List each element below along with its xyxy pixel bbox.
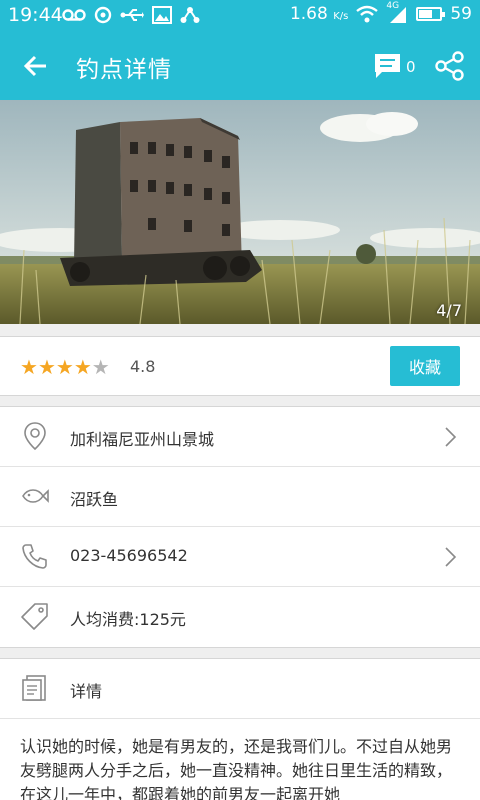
- favorite-button[interactable]: 收藏: [390, 346, 460, 386]
- location-pin-icon: [24, 422, 46, 451]
- status-right: 1.68 K/s 4G 59: [289, 1, 472, 24]
- price-tag-icon: [21, 603, 48, 630]
- image-counter: 4/7: [436, 301, 462, 320]
- usb-icon: [120, 9, 144, 21]
- phone-row[interactable]: 023-45696542: [0, 527, 480, 587]
- page-title: 钓点详情: [76, 57, 172, 83]
- hero-image[interactable]: 4/7: [0, 100, 480, 324]
- cost-row: 人均消费:125元: [0, 587, 480, 647]
- battery-icon: [416, 7, 446, 21]
- fish-row: 沼跃鱼: [0, 467, 480, 527]
- sync-icon: [94, 6, 112, 24]
- star-icon: ★: [20, 355, 38, 379]
- rating-card: ★ ★ ★ ★ ★ 4.8 收藏: [0, 336, 480, 396]
- share-status-icon: [180, 7, 200, 23]
- detail-card: 详情 认识她的时候，她是有男友的，还是我哥们儿。不过自从她男友劈腿两人分手之后，…: [0, 658, 480, 800]
- star-icon: ★: [91, 355, 110, 379]
- chevron-right-icon: [445, 427, 457, 447]
- detail-title: 详情: [70, 682, 103, 701]
- voicemail-icon: [62, 9, 86, 21]
- detail-body-text: 认识她的时候，她是有男友的，还是我哥们儿。不过自从她男友劈腿两人分手之后，她一直…: [20, 737, 453, 800]
- star-icon: ★: [55, 355, 74, 379]
- network-speed: 1.68 K/s: [289, 4, 349, 24]
- back-arrow-icon[interactable]: [16, 46, 56, 86]
- chevron-right-icon: [445, 547, 457, 567]
- wifi-icon: [356, 5, 379, 23]
- info-card: 加利福尼亚州山景城 沼跃鱼 023-45696542 人均消费:125元: [0, 406, 480, 648]
- hero-photo: [0, 100, 480, 324]
- star-icon: ★: [37, 355, 56, 379]
- cellular-icon: 4G: [386, 1, 408, 23]
- fish-text: 沼跃鱼: [70, 490, 119, 509]
- status-time: 19:44: [8, 4, 63, 26]
- phone-text: 023-45696542: [70, 546, 188, 565]
- detail-header: 详情: [0, 659, 480, 719]
- battery-level: 59: [450, 4, 472, 24]
- share-icon[interactable]: [434, 50, 466, 82]
- phone-icon: [22, 544, 47, 569]
- image-icon: [152, 6, 172, 24]
- app-bar: 钓点详情 0: [0, 32, 480, 100]
- address-text: 加利福尼亚州山景城: [70, 430, 215, 449]
- star-icon: ★: [73, 355, 92, 379]
- fish-icon: [22, 489, 49, 503]
- star-rating: ★ ★ ★ ★ ★: [20, 357, 110, 377]
- status-bar: 19:44 1.68 K/s 4G 59: [0, 0, 480, 32]
- status-notification-icons: [62, 6, 200, 24]
- document-icon: [22, 675, 46, 701]
- cost-text: 人均消费:125元: [70, 610, 186, 629]
- rating-value: 4.8: [130, 357, 156, 376]
- comment-count[interactable]: 0: [406, 58, 416, 76]
- address-row[interactable]: 加利福尼亚州山景城: [0, 407, 480, 467]
